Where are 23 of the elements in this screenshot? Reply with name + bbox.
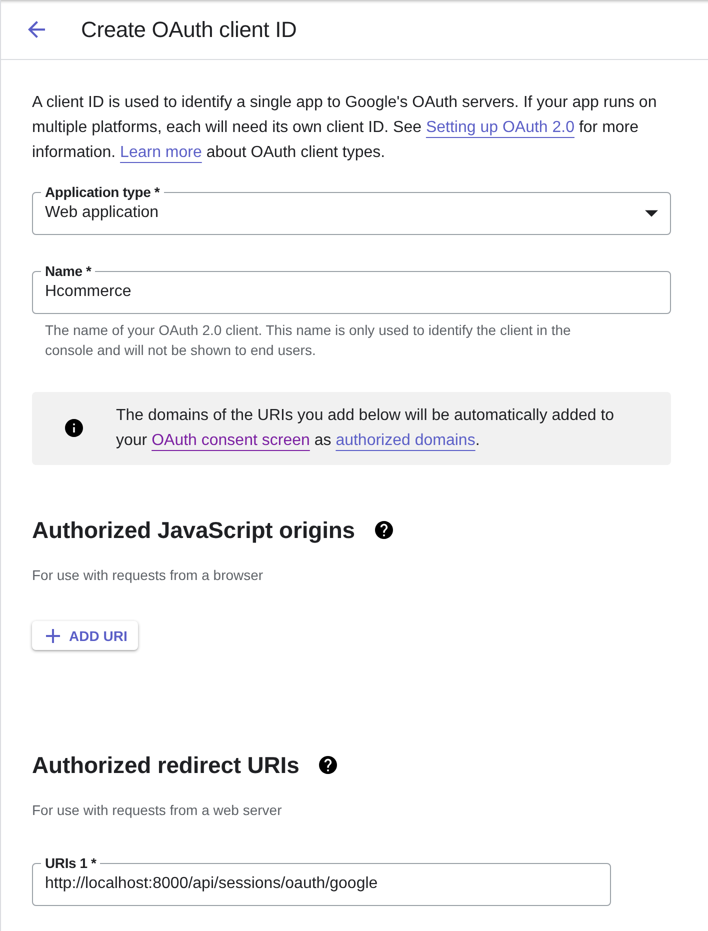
help-icon[interactable]	[319, 756, 338, 774]
helper-text: The name of your OAuth 2.0 client. This name is only used to identify the client in the console and will not be shown to end users.	[44, 321, 572, 360]
intro-text: A client ID is used to identify a single app to Google's OAuth servers. If your app runs on multiple platforms, each will need its own client ID. See Setting up OAuth 2.0 for more information. Learn more about OAuth client types.	[32, 93, 658, 163]
select-field[interactable]: Application type * Web application	[32, 184, 671, 235]
input-field[interactable]: Name * Hcommerce	[32, 263, 671, 314]
plus-icon	[46, 628, 60, 642]
notice-text: The domains of the URIs you add below will be automatically added to your OAuth consent screen as authorized domains.	[116, 406, 616, 451]
section-subtitle: For use with requests from a web server	[32, 801, 283, 820]
inline-link[interactable]: Setting up OAuth 2.0	[426, 119, 574, 136]
section-heading: Authorized redirect URIs	[32, 751, 300, 780]
inline-link[interactable]: Learn more	[120, 144, 202, 161]
back-button[interactable]	[26, 19, 47, 40]
arrow-left-icon	[28, 21, 45, 38]
info-icon	[65, 419, 83, 437]
help-icon[interactable]	[375, 521, 393, 539]
input-field[interactable]: URIs 1 * http://localhost:8000/api/sessions/oauth/google	[32, 855, 611, 906]
add-uri-button[interactable]: ADD URI	[32, 621, 138, 650]
caret-icon	[645, 210, 658, 216]
inline-link[interactable]: OAuth consent screen	[152, 432, 310, 449]
section-heading: Authorized JavaScript origins	[32, 516, 355, 545]
page-title: Create OAuth client ID	[81, 16, 297, 42]
inline-link[interactable]: authorized domains	[336, 432, 476, 449]
section-subtitle: For use with requests from a browser	[32, 566, 264, 585]
